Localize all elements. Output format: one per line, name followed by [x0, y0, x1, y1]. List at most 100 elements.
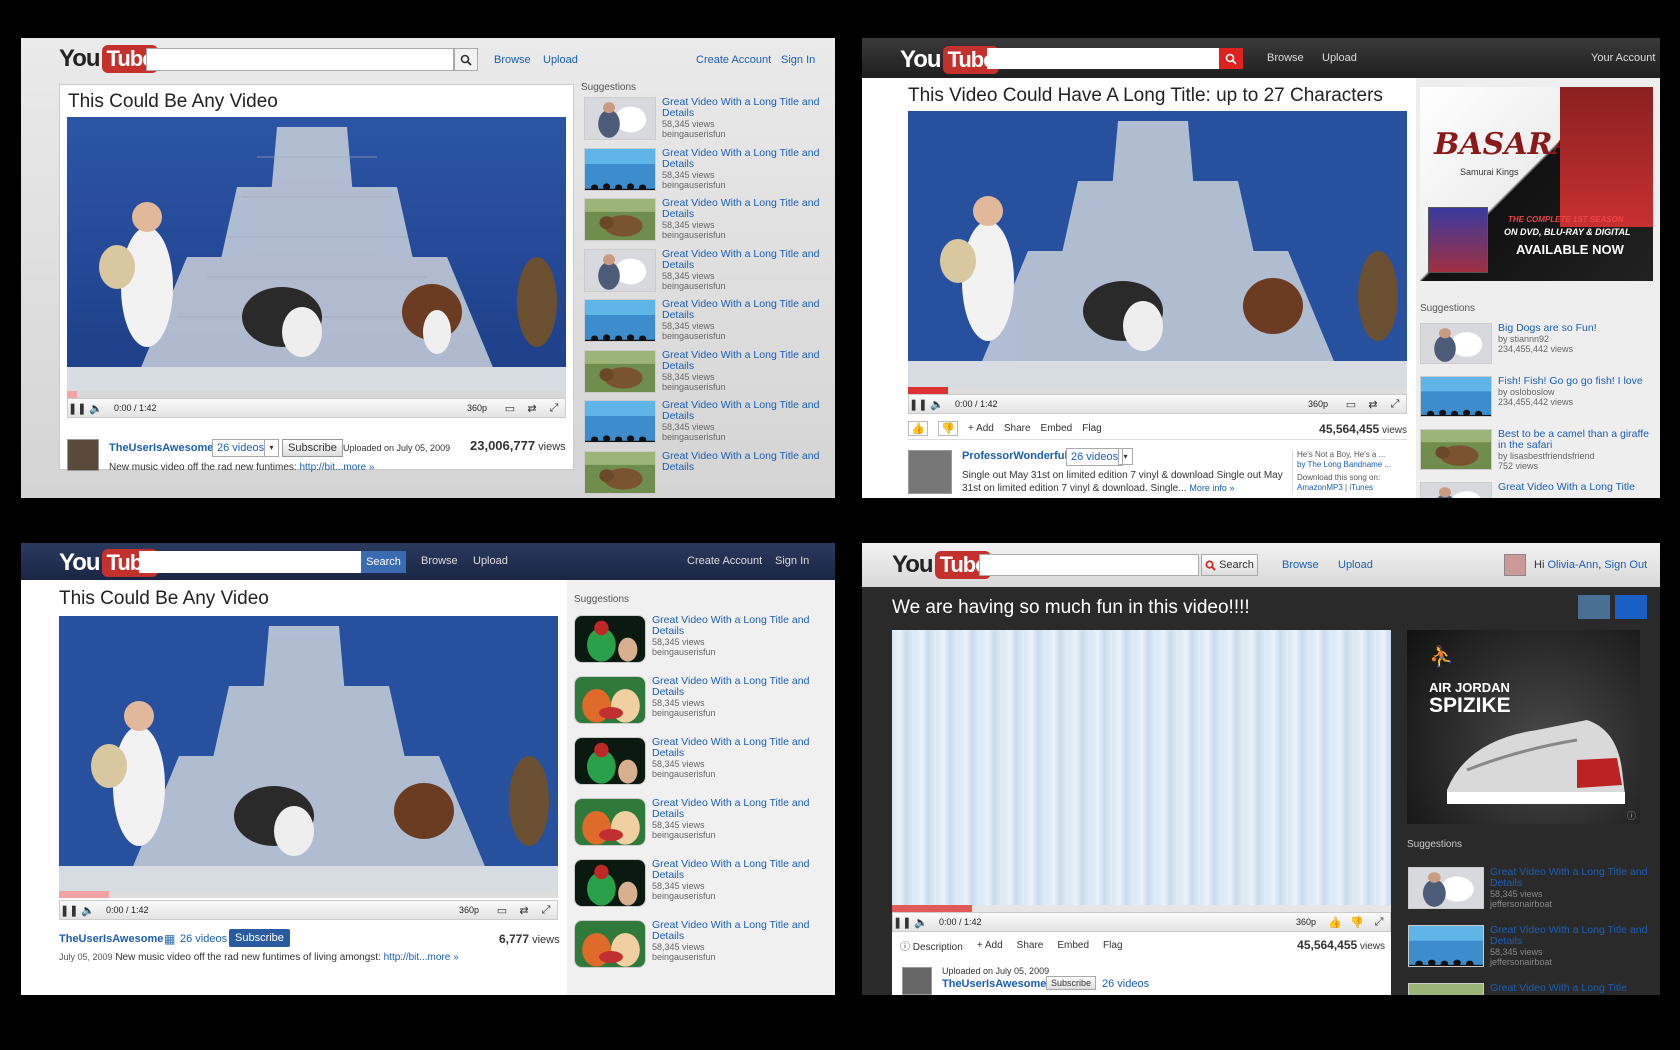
- embed-button[interactable]: Embed: [1057, 940, 1089, 951]
- share-button[interactable]: Share: [1004, 423, 1031, 434]
- suggestion-item[interactable]: Great Video With a Long Title and Detail…: [584, 299, 824, 342]
- fullscreen-icon[interactable]: ⤢: [1368, 916, 1390, 929]
- search-button[interactable]: Search: [361, 551, 406, 573]
- suggestion-item[interactable]: Great Video With a Long Title and Detail…: [574, 798, 829, 846]
- search-button[interactable]: [454, 48, 478, 71]
- suggestion-item[interactable]: Great Video With a Long Title and Detail…: [574, 676, 829, 724]
- quality-selector[interactable]: 360p: [1296, 917, 1316, 927]
- suggestion-item[interactable]: Great Video With a Long Title: [1420, 482, 1655, 498]
- popout-icon[interactable]: ▭: [499, 402, 521, 415]
- nav-sign-in[interactable]: Sign In: [775, 555, 809, 567]
- dislike-icon[interactable]: 👎: [1346, 916, 1368, 929]
- ad-info-icon[interactable]: ⓘ: [1627, 809, 1636, 822]
- popout-icon[interactable]: ▭: [1340, 398, 1362, 411]
- search-input[interactable]: [146, 48, 454, 71]
- suggestion-title[interactable]: Great Video With a Long Title and Detail…: [1490, 867, 1648, 889]
- channel-avatar[interactable]: [908, 450, 952, 494]
- suggestion-thumbnail[interactable]: [584, 400, 656, 443]
- suggestion-thumbnail[interactable]: [584, 299, 656, 342]
- suggestion-title[interactable]: Great Video With a Long Title and Detail…: [652, 615, 829, 637]
- nav-browse[interactable]: Browse: [1267, 52, 1304, 64]
- youtube-logo[interactable]: You Tube: [892, 551, 992, 579]
- channel-avatar[interactable]: [902, 967, 932, 995]
- like-icon[interactable]: 👍: [908, 421, 928, 436]
- nav-upload[interactable]: Upload: [543, 54, 578, 66]
- search-input[interactable]: [987, 48, 1219, 69]
- share-arrows-icon[interactable]: ⇄: [521, 402, 543, 415]
- suggestion-item[interactable]: Great Video With a Long Title and Detail…: [574, 737, 829, 785]
- suggestion-title[interactable]: Big Dogs are so Fun!: [1498, 323, 1597, 334]
- suggestion-title[interactable]: Great Video With a Long Title and Detail…: [652, 676, 829, 698]
- youtube-logo[interactable]: You Tube: [900, 46, 1000, 74]
- share-arrows-icon[interactable]: ⇄: [1362, 398, 1384, 411]
- banner-ad[interactable]: BASARA Samurai Kings THE COMPLETE 1ST SE…: [1420, 87, 1653, 281]
- itunes-link[interactable]: iTunes: [1349, 483, 1373, 492]
- flag-button[interactable]: Flag: [1103, 940, 1122, 951]
- youtube-logo[interactable]: You Tube: [59, 45, 159, 73]
- suggestion-title[interactable]: Great Video With a Long Title: [1498, 482, 1635, 493]
- suggestion-thumbnail[interactable]: [584, 147, 656, 191]
- suggestion-item[interactable]: Great Video With a Long Title and Detail…: [574, 920, 829, 968]
- pause-icon[interactable]: ❚❚: [893, 916, 911, 929]
- search-button[interactable]: [1219, 48, 1243, 69]
- suggestion-title[interactable]: Great Video With a Long Title: [1490, 983, 1627, 994]
- nav-browse[interactable]: Browse: [1282, 559, 1319, 571]
- suggestion-thumbnail[interactable]: [1420, 376, 1492, 417]
- theme-swatch-gray[interactable]: [1578, 595, 1610, 619]
- subscribe-button[interactable]: Subscribe: [229, 929, 290, 947]
- progress-track[interactable]: [67, 391, 566, 398]
- subscribe-button[interactable]: Subscribe: [1046, 976, 1097, 990]
- suggestion-item[interactable]: Big Dogs are so Fun! by stiannn92 234,455,…: [1420, 323, 1655, 364]
- suggestion-thumbnail[interactable]: [574, 798, 646, 846]
- banner-ad[interactable]: ⛹ AIR JORDAN SPIZIKE ⓘ: [1407, 630, 1640, 824]
- suggestion-item[interactable]: Great Video With a Long Title and Detail…: [584, 97, 824, 140]
- suggestion-title[interactable]: Best to be a camel than a giraffe in the…: [1498, 429, 1655, 451]
- suggestion-title[interactable]: Great Video With a Long Title and Detail…: [662, 349, 824, 372]
- video-player[interactable]: [892, 630, 1391, 912]
- like-icon[interactable]: 👍: [1324, 916, 1346, 929]
- channel-videos[interactable]: 26 videos: [1066, 448, 1124, 466]
- description-tab[interactable]: ⓘ Description: [900, 938, 963, 953]
- nav-your-account[interactable]: Your Account: [1591, 52, 1655, 64]
- search-input[interactable]: [979, 554, 1199, 576]
- suggestion-item[interactable]: Great Video With a Long Title and Detail…: [584, 198, 824, 241]
- song-artist[interactable]: by The Long Bandname ...: [1297, 460, 1402, 470]
- suggestion-title[interactable]: Great Video With a Long Title and Detail…: [662, 198, 824, 220]
- progress-track[interactable]: [59, 891, 558, 898]
- video-player[interactable]: [59, 616, 558, 898]
- suggestion-thumbnail[interactable]: [584, 248, 656, 292]
- suggestion-thumbnail[interactable]: [574, 859, 646, 907]
- suggestion-thumbnail[interactable]: [1408, 925, 1484, 967]
- channel-name[interactable]: TheUserIsAwesome: [109, 442, 213, 454]
- volume-icon[interactable]: 🔈: [86, 402, 106, 415]
- suggestion-title[interactable]: Great Video With a Long Title and Detail…: [652, 737, 829, 759]
- suggestion-thumbnail[interactable]: [584, 450, 656, 494]
- suggestion-item[interactable]: Great Video With a Long Title and Detail…: [574, 859, 829, 907]
- description-more-link[interactable]: http://bit...more »: [299, 462, 374, 473]
- description-more-link[interactable]: http://bit...more »: [384, 952, 459, 963]
- channel-avatar[interactable]: [67, 439, 99, 471]
- popout-icon[interactable]: ▭: [491, 904, 513, 917]
- suggestion-item[interactable]: Great Video With a Long Title and Detail…: [584, 147, 824, 191]
- channel-name[interactable]: ProfessorWonderful: [962, 450, 1068, 462]
- nav-upload[interactable]: Upload: [473, 555, 508, 567]
- suggestion-item[interactable]: Great Video With a Long Title and Detail…: [574, 615, 829, 663]
- suggestion-thumbnail[interactable]: [1420, 482, 1492, 498]
- suggestion-thumbnail[interactable]: [584, 349, 656, 393]
- suggestion-title[interactable]: Great Video With a Long Title and Detail…: [652, 920, 829, 942]
- progress-track[interactable]: [908, 387, 1407, 394]
- pause-icon[interactable]: ❚❚: [68, 402, 86, 415]
- suggestion-title[interactable]: Fish! Fish! Go go go fish! I love: [1498, 376, 1643, 387]
- pause-icon[interactable]: ❚❚: [909, 398, 927, 411]
- suggestion-title[interactable]: Great Video With a Long Title and Detail…: [662, 147, 824, 170]
- quality-selector[interactable]: 360p: [467, 403, 487, 413]
- volume-icon[interactable]: 🔈: [911, 916, 931, 929]
- suggestion-thumbnail[interactable]: [1420, 429, 1492, 470]
- suggestion-thumbnail[interactable]: [584, 97, 656, 140]
- fullscreen-icon[interactable]: ⤢: [1384, 398, 1406, 411]
- search-button[interactable]: Search: [1201, 554, 1258, 576]
- dropdown-icon[interactable]: ▾: [1118, 448, 1133, 465]
- quality-selector[interactable]: 360p: [1308, 399, 1328, 409]
- theme-swatch-blue[interactable]: [1615, 595, 1647, 619]
- suggestion-thumbnail[interactable]: [584, 198, 656, 241]
